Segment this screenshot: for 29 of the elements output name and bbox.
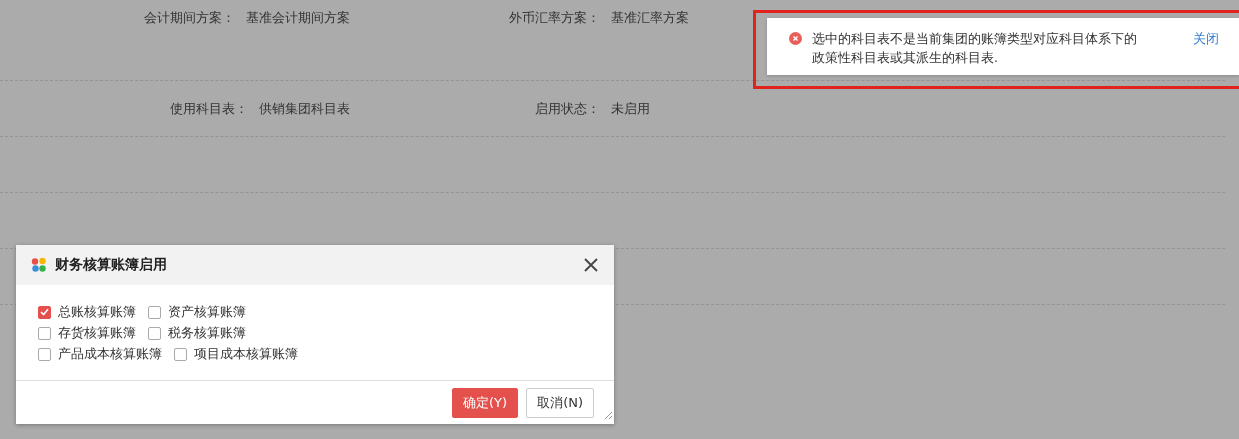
field-value: 基准会计期间方案: [246, 9, 350, 27]
checkbox[interactable]: [38, 347, 51, 361]
field-label: 外币汇率方案：: [508, 9, 600, 27]
dialog-title: 财务核算账簿启用: [55, 256, 168, 274]
field-label: 使用科目表：: [169, 99, 248, 118]
field-label: 会计期间方案：: [143, 9, 235, 27]
checkbox-option[interactable]: 产品成本核算账簿: [38, 346, 162, 362]
app-logo-icon: [31, 257, 47, 273]
field-label: 启用状态：: [534, 99, 600, 118]
checkbox-option[interactable]: 总账核算账簿: [38, 304, 136, 320]
field-value: 供销集团科目表: [259, 99, 350, 118]
close-button[interactable]: [582, 256, 600, 274]
checkbox-option[interactable]: 资产核算账簿: [148, 304, 246, 320]
checkbox-option[interactable]: 存货核算账簿: [38, 325, 136, 341]
error-icon: [789, 32, 802, 45]
cancel-button[interactable]: 取消(N): [526, 387, 594, 418]
error-message: 选中的科目表不是当前集团的账簿类型对应科目体系下的政策性科目表或其派生的科目表.: [812, 30, 1138, 67]
field-value: 基准汇率方案: [611, 9, 689, 27]
close-link[interactable]: 关闭: [1193, 29, 1219, 75]
checkbox[interactable]: [148, 305, 161, 319]
checkbox[interactable]: [148, 326, 161, 340]
checkbox[interactable]: [38, 305, 51, 319]
confirm-button[interactable]: 确定(Y): [452, 387, 519, 418]
checkbox-option[interactable]: 项目成本核算账簿: [174, 346, 298, 362]
checkbox-option[interactable]: 税务核算账簿: [148, 325, 246, 341]
resize-grip-icon[interactable]: [604, 411, 613, 420]
checkbox[interactable]: [174, 347, 187, 361]
checkbox[interactable]: [38, 326, 51, 340]
field-value: 未启用: [611, 99, 650, 118]
